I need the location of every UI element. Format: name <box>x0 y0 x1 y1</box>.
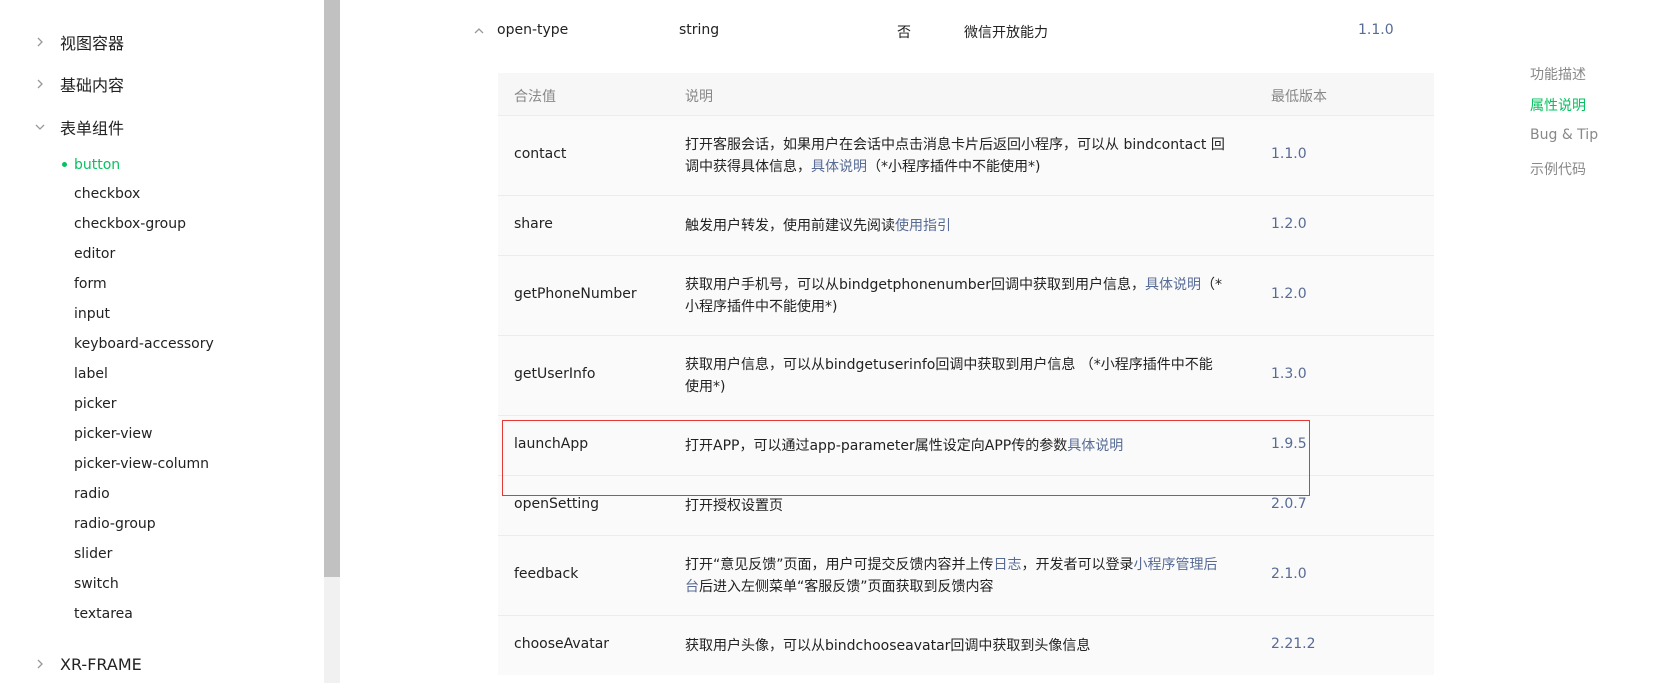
chevron-down-icon <box>30 117 50 137</box>
row-version: 1.2.0 <box>1271 286 1307 302</box>
property-row-open-type: open-type string 否 微信开放能力 1.1.0 <box>340 18 1500 44</box>
row-version: 1.1.0 <box>1271 146 1307 162</box>
sidebar-category-label: 视图容器 <box>60 34 125 53</box>
row-value: openSetting <box>514 496 600 512</box>
row-version: 1.9.5 <box>1271 436 1307 452</box>
row-description: 获取用户手机号，可以从bindgetphonenumber回调中获取到用户信息，… <box>685 277 1222 315</box>
detail-link[interactable]: 具体说明 <box>811 159 867 175</box>
row-value: getUserInfo <box>514 366 596 382</box>
row-value: chooseAvatar <box>514 636 610 652</box>
row-description: 获取用户信息，可以从bindgetuserinfo回调中获取到用户信息 （*小程… <box>685 357 1213 395</box>
row-description: 打开“意见反馈”页面，用户可提交反馈内容并上传日志，开发者可以登录小程序管理后台… <box>685 557 1218 595</box>
sidebar-item-button[interactable]: button <box>74 155 120 175</box>
row-value: getPhoneNumber <box>514 286 637 302</box>
detail-link[interactable]: 具体说明 <box>1145 277 1201 293</box>
table-row: share 触发用户转发，使用前建议先阅读使用指引 1.2.0 <box>498 195 1434 255</box>
sidebar-item-slider[interactable]: slider <box>74 544 112 564</box>
column-header-version: 最低版本 <box>1271 89 1327 105</box>
toc-item-sample-code[interactable]: 示例代码 <box>1530 159 1586 179</box>
property-description: 微信开放能力 <box>964 25 1048 41</box>
property-name: open-type <box>497 22 569 38</box>
row-version: 2.1.0 <box>1271 566 1307 582</box>
usage-guide-link[interactable]: 使用指引 <box>895 218 951 234</box>
row-value: contact <box>514 146 567 162</box>
log-link[interactable]: 日志 <box>994 557 1022 573</box>
table-header: 合法值 说明 最低版本 <box>498 73 1434 115</box>
sidebar-item-picker-view-column[interactable]: picker-view-column <box>74 454 209 474</box>
chevron-right-icon <box>30 654 50 674</box>
property-version: 1.1.0 <box>1358 22 1394 38</box>
table-row: contact 打开客服会话，如果用户在会话中点击消息卡片后返回小程序，可以从 … <box>498 115 1434 195</box>
table-row: chooseAvatar 获取用户头像，可以从bindchooseavatar回… <box>498 615 1434 675</box>
row-description: 触发用户转发，使用前建议先阅读使用指引 <box>685 218 951 234</box>
row-description: 打开客服会话，如果用户在会话中点击消息卡片后返回小程序，可以从 bindcont… <box>685 137 1225 175</box>
sidebar-item-textarea[interactable]: textarea <box>74 604 133 624</box>
table-row: getPhoneNumber 获取用户手机号，可以从bindgetphonenu… <box>498 255 1434 335</box>
toc-item-bug-tip[interactable]: Bug & Tip <box>1530 127 1598 143</box>
row-description: 获取用户头像，可以从bindchooseavatar回调中获取到头像信息 <box>685 638 1091 654</box>
table-row: launchApp 打开APP，可以通过app-parameter属性设定向AP… <box>498 415 1434 475</box>
row-value: launchApp <box>514 436 589 452</box>
row-value: share <box>514 216 553 232</box>
sidebar-item-label[interactable]: label <box>74 364 108 384</box>
sidebar-category-label: XR-FRAME <box>60 654 142 674</box>
sidebar-item-switch[interactable]: switch <box>74 574 119 594</box>
toc-item-property-description[interactable]: 属性说明 <box>1530 95 1586 115</box>
row-version: 1.2.0 <box>1271 216 1307 232</box>
sidebar-item-checkbox[interactable]: checkbox <box>74 184 140 204</box>
sidebar-nav: 视图容器 基础内容 表单组件 button checkbox checkbox-… <box>0 0 324 683</box>
sidebar-item-form[interactable]: form <box>74 274 107 294</box>
column-header-description: 说明 <box>685 89 713 105</box>
row-version: 2.0.7 <box>1271 496 1307 512</box>
table-row: openSetting 打开授权设置页 2.0.7 <box>498 475 1434 535</box>
sidebar-item-radio[interactable]: radio <box>74 484 110 504</box>
sidebar-category-label: 表单组件 <box>60 119 125 138</box>
table-row: getUserInfo 获取用户信息，可以从bindgetuserinfo回调中… <box>498 335 1434 415</box>
property-required: 否 <box>897 25 911 41</box>
row-value: feedback <box>514 566 579 582</box>
table-row: feedback 打开“意见反馈”页面，用户可提交反馈内容并上传日志，开发者可以… <box>498 535 1434 615</box>
detail-link[interactable]: 具体说明 <box>1067 438 1123 454</box>
sidebar-scrollbar-thumb[interactable] <box>324 0 340 577</box>
row-description: 打开APP，可以通过app-parameter属性设定向APP传的参数具体说明 <box>685 438 1124 454</box>
sidebar-item-keyboard-accessory[interactable]: keyboard-accessory <box>74 334 214 354</box>
main-content: open-type string 否 微信开放能力 1.1.0 合法值 说明 最… <box>340 0 1500 683</box>
row-version: 2.21.2 <box>1271 636 1316 652</box>
row-version: 1.3.0 <box>1271 366 1307 382</box>
toc-item-feature-description[interactable]: 功能描述 <box>1530 64 1586 84</box>
values-table: 合法值 说明 最低版本 contact 打开客服会话，如果用户在会话中点击消息卡… <box>498 73 1434 675</box>
chevron-up-icon[interactable] <box>472 24 486 38</box>
chevron-right-icon <box>30 74 50 94</box>
sidebar-item-radio-group[interactable]: radio-group <box>74 514 156 534</box>
sidebar-item-input[interactable]: input <box>74 304 110 324</box>
sidebar-item-checkbox-group[interactable]: checkbox-group <box>74 214 186 234</box>
sidebar-item-picker[interactable]: picker <box>74 394 116 414</box>
sidebar-category-label: 基础内容 <box>60 76 125 95</box>
row-description: 打开授权设置页 <box>685 498 783 514</box>
sidebar-item-picker-view[interactable]: picker-view <box>74 424 152 444</box>
property-type: string <box>679 22 720 38</box>
column-header-value: 合法值 <box>514 89 556 105</box>
chevron-right-icon <box>30 32 50 52</box>
sidebar-item-editor[interactable]: editor <box>74 244 115 264</box>
active-dot-icon <box>62 162 67 167</box>
